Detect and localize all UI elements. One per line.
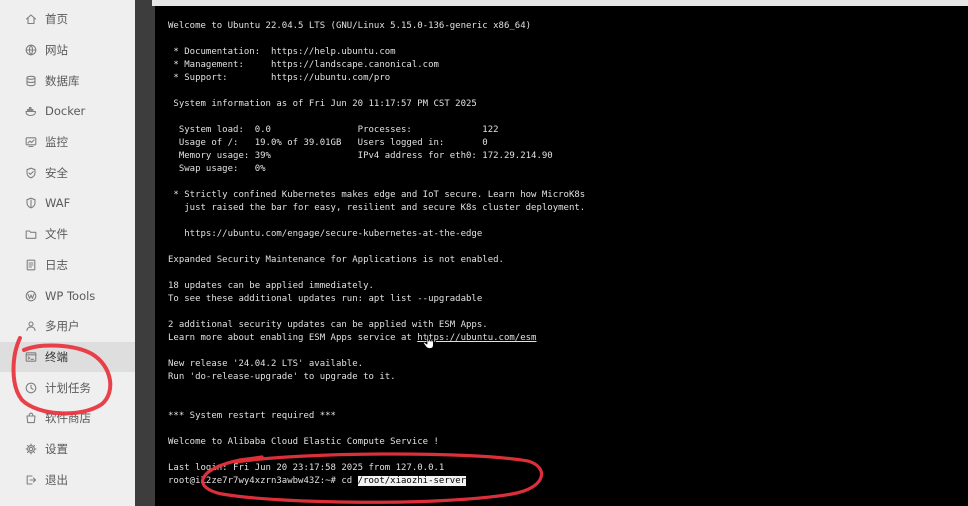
sidebar-item-monitor[interactable]: 监控 xyxy=(0,127,135,158)
sidebar-item-home[interactable]: 首页 xyxy=(0,4,135,35)
sidebar-item-label: 计划任务 xyxy=(45,380,91,395)
terminal-line: Memory usage: 39% IPv4 address for eth0:… xyxy=(168,151,553,161)
terminal-window[interactable]: Welcome to Ubuntu 22.04.5 LTS (GNU/Linux… xyxy=(155,6,968,506)
terminal-line: System information as of Fri Jun 20 11:1… xyxy=(168,99,477,109)
sidebar-item-label: 数据库 xyxy=(45,73,80,88)
terminal-line: Welcome to Alibaba Cloud Elastic Compute… xyxy=(168,437,439,447)
terminal-prompt-line[interactable]: root@iZ2ze7r7wy4xzrn3awbw43Z:~# cd /root… xyxy=(168,475,585,488)
monitor-chart-icon xyxy=(25,136,37,148)
sidebar-item-label: WP Tools xyxy=(45,288,96,303)
sidebar-item-label: 首页 xyxy=(45,12,68,27)
terminal-line: https://ubuntu.com/engage/secure-kuberne… xyxy=(168,229,483,239)
sidebar-item-security[interactable]: 安全 xyxy=(0,157,135,188)
terminal-line: * Management: https://landscape.canonica… xyxy=(168,60,439,70)
terminal-line: 2 additional security updates can be app… xyxy=(168,320,488,330)
sidebar-item-label: Docker xyxy=(45,104,86,119)
sidebar-item-label: 监控 xyxy=(45,135,68,150)
sidebar-item-label: 退出 xyxy=(45,472,68,487)
terminal-line: 18 updates can be applied immediately. xyxy=(168,281,374,291)
sidebar-item-files[interactable]: 文件 xyxy=(0,219,135,250)
esm-line-text: Learn more about enabling ESM Apps servi… xyxy=(168,333,418,343)
wordpress-icon xyxy=(25,290,37,302)
sidebar: 首页 网站 数据库 Docker 监控 安全 WAF 文件 日志 WP Tool… xyxy=(0,0,135,506)
clock-icon xyxy=(25,382,37,394)
folder-icon xyxy=(25,228,37,240)
terminal-line: Welcome to Ubuntu 22.04.5 LTS (GNU/Linux… xyxy=(168,21,532,31)
sidebar-item-docker[interactable]: Docker xyxy=(0,96,135,127)
sidebar-item-label: 软件商店 xyxy=(45,411,91,426)
shopping-bag-icon xyxy=(25,412,37,424)
sidebar-item-cron[interactable]: 计划任务 xyxy=(0,372,135,403)
sidebar-item-label: 安全 xyxy=(45,165,68,180)
database-icon xyxy=(25,75,37,87)
sidebar-item-app-store[interactable]: 软件商店 xyxy=(0,403,135,434)
sidebar-item-waf[interactable]: WAF xyxy=(0,188,135,219)
sidebar-item-label: 设置 xyxy=(45,441,68,456)
terminal-line-esm: Learn more about enabling ESM Apps servi… xyxy=(168,332,585,345)
terminal-line: To see these additional updates run: apt… xyxy=(168,294,483,304)
esm-link[interactable]: https://ubuntu.com/esm xyxy=(417,333,536,343)
sidebar-item-label: 终端 xyxy=(45,349,68,364)
sidebar-divider xyxy=(135,0,155,506)
shell-prompt: root@iZ2ze7r7wy4xzrn3awbw43Z:~# cd xyxy=(168,476,358,486)
sidebar-item-wp-tools[interactable]: WP Tools xyxy=(0,280,135,311)
sidebar-item-logs[interactable]: 日志 xyxy=(0,250,135,281)
logout-icon xyxy=(25,474,37,486)
terminal-line: * Support: https://ubuntu.com/pro xyxy=(168,73,391,83)
home-icon xyxy=(25,13,37,25)
gear-icon xyxy=(25,443,37,455)
globe-icon xyxy=(25,44,37,56)
terminal-line: *** System restart required *** xyxy=(168,411,336,421)
terminal-line: Swap usage: 0% xyxy=(168,164,266,174)
log-document-icon xyxy=(25,259,37,271)
sidebar-item-website[interactable]: 网站 xyxy=(0,35,135,66)
terminal-line: * Documentation: https://help.ubuntu.com xyxy=(168,47,396,57)
terminal-line: Run 'do-release-upgrade' to upgrade to i… xyxy=(168,372,396,382)
sidebar-item-label: 多用户 xyxy=(45,319,80,334)
sidebar-item-label: 文件 xyxy=(45,227,68,242)
sidebar-item-label: 网站 xyxy=(45,43,68,58)
terminal-line: Expanded Security Maintenance for Applic… xyxy=(168,255,504,265)
sidebar-item-logout[interactable]: 退出 xyxy=(0,464,135,495)
terminal-line: * Strictly confined Kubernetes makes edg… xyxy=(168,190,586,200)
terminal-line: System load: 0.0 Processes: 122 xyxy=(168,125,499,135)
sidebar-item-multi-user[interactable]: 多用户 xyxy=(0,311,135,342)
sidebar-item-settings[interactable]: 设置 xyxy=(0,434,135,465)
terminal-output: Welcome to Ubuntu 22.04.5 LTS (GNU/Linux… xyxy=(168,20,585,488)
user-icon xyxy=(25,320,37,332)
terminal-icon xyxy=(25,351,37,363)
terminal-line: Last login: Fri Jun 20 23:17:58 2025 fro… xyxy=(168,463,445,473)
waf-shield-icon xyxy=(25,197,37,209)
terminal-line: New release '24.04.2 LTS' available. xyxy=(168,359,364,369)
docker-icon xyxy=(25,105,37,117)
selected-path-text[interactable]: /root/xiaozhi-server xyxy=(357,476,467,486)
shield-check-icon xyxy=(25,167,37,179)
sidebar-item-database[interactable]: 数据库 xyxy=(0,65,135,96)
sidebar-item-terminal[interactable]: 终端 xyxy=(0,341,135,373)
sidebar-item-label: 日志 xyxy=(45,257,68,272)
sidebar-item-label: WAF xyxy=(45,196,71,211)
terminal-line: Usage of /: 19.0% of 39.01GB Users logge… xyxy=(168,138,488,148)
terminal-line: just raised the bar for easy, resilient … xyxy=(168,203,586,213)
